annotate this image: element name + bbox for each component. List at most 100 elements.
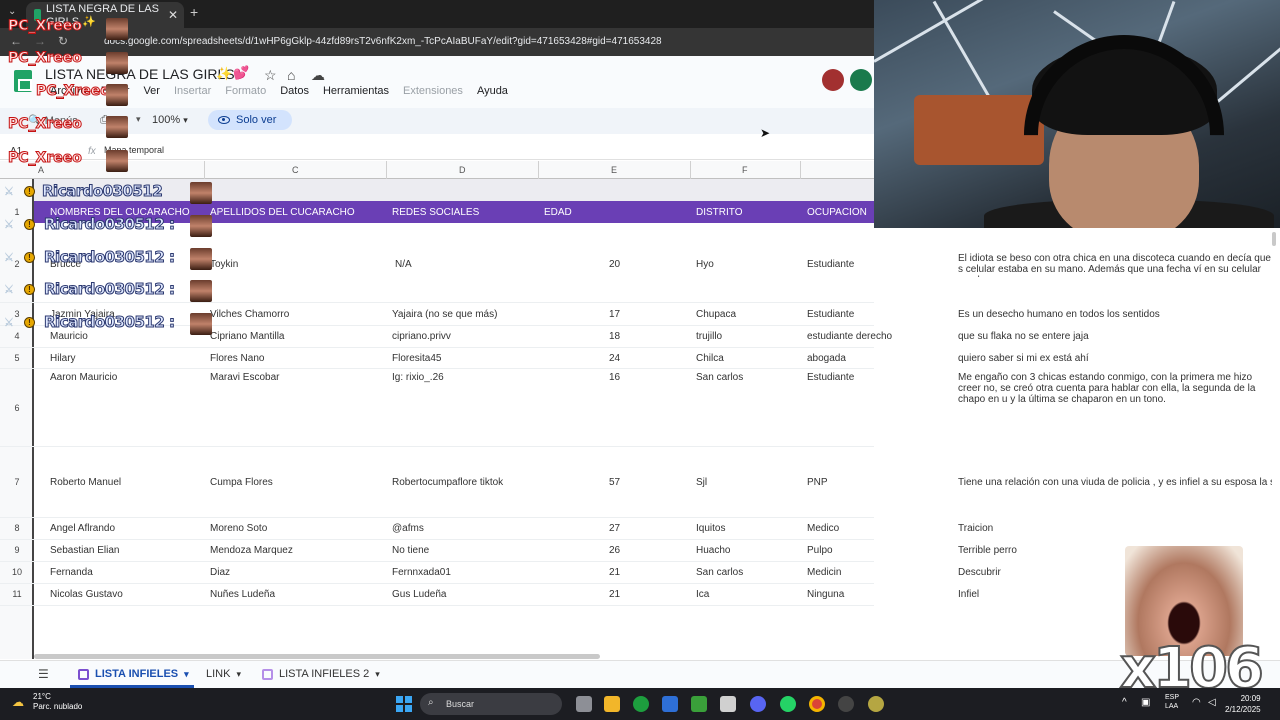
- tab-search-icon[interactable]: ⌄: [8, 6, 16, 17]
- cell-surname[interactable]: Toykin: [210, 259, 238, 270]
- cell-social[interactable]: N/A: [395, 259, 412, 270]
- menu-ayuda[interactable]: Ayuda: [477, 85, 508, 97]
- cell-job[interactable]: Medico: [807, 523, 839, 534]
- weather-icon[interactable]: ☁: [12, 695, 24, 709]
- header-apellidos[interactable]: APELLIDOS DEL CUCARACHO: [210, 207, 355, 218]
- cell-note[interactable]: Es un desecho humano en todos los sentid…: [958, 309, 1160, 320]
- menu-herramientas[interactable]: Herramientas: [323, 85, 389, 97]
- chrome-icon[interactable]: [809, 696, 825, 712]
- row-number[interactable]: 8: [0, 523, 34, 533]
- url-field[interactable]: docs.google.com/spreadsheets/d/1wHP6gGkl…: [104, 36, 662, 47]
- cell-note[interactable]: Descubrir: [958, 567, 1001, 578]
- cell-social[interactable]: Yajaira (no se que más): [392, 309, 497, 320]
- cell-age[interactable]: 24: [609, 353, 620, 364]
- cell-district[interactable]: Sjl: [696, 477, 707, 488]
- cell-district[interactable]: Huacho: [696, 545, 730, 556]
- row-number[interactable]: 5: [0, 353, 34, 363]
- cell-social[interactable]: cipriano.privv: [392, 331, 451, 342]
- col-letter-e[interactable]: E: [611, 165, 617, 175]
- cell-district[interactable]: San carlos: [696, 567, 743, 578]
- cell-district[interactable]: San carlos: [696, 372, 743, 383]
- cell-job[interactable]: Estudiante: [807, 309, 854, 320]
- store-icon[interactable]: [662, 696, 678, 712]
- cell-surname[interactable]: Flores Nano: [210, 353, 264, 364]
- tray-app-icon[interactable]: ▣: [1141, 697, 1150, 708]
- cell-note[interactable]: Terrible perro: [958, 545, 1017, 556]
- move-icon[interactable]: ⌂: [287, 67, 295, 83]
- document-title[interactable]: LISTA NEGRA DE LAS GIRLS: [45, 66, 235, 82]
- cell-surname[interactable]: Cumpa Flores: [210, 477, 273, 488]
- horizontal-scrollbar[interactable]: [34, 654, 600, 659]
- cell-note[interactable]: quiero saber si mi ex está ahí: [958, 353, 1089, 364]
- new-tab-icon[interactable]: +: [190, 4, 198, 20]
- header-ocupacion[interactable]: OCUPACION: [807, 207, 867, 218]
- cell-surname[interactable]: Mendoza Marquez: [210, 545, 293, 556]
- header-redes[interactable]: REDES SOCIALES: [392, 207, 479, 218]
- cell-job[interactable]: Pulpo: [807, 545, 833, 556]
- clock[interactable]: 20:09 2/12/2025: [1225, 693, 1261, 715]
- weather-widget[interactable]: 21°C Parc. nublado: [33, 692, 82, 712]
- cell-job[interactable]: estudiante derecho: [807, 331, 892, 342]
- cell-job[interactable]: Medicin: [807, 567, 841, 578]
- sheets-logo-icon[interactable]: [14, 70, 32, 92]
- cell-surname[interactable]: Moreno Soto: [210, 523, 267, 534]
- viewer-avatar[interactable]: [822, 69, 844, 91]
- cell-name[interactable]: Aaron Mauricio: [50, 372, 117, 383]
- sheet-tab-lista-infieles[interactable]: LISTA INFIELES ▾: [78, 668, 189, 680]
- menu-ver[interactable]: Ver: [143, 85, 160, 97]
- cell-age[interactable]: 27: [609, 523, 620, 534]
- row-number[interactable]: 10: [0, 567, 34, 577]
- cell-surname[interactable]: Maravi Escobar: [210, 372, 279, 383]
- cell-district[interactable]: trujillo: [696, 331, 722, 342]
- cell-age[interactable]: 17: [609, 309, 620, 320]
- cell-social[interactable]: @afms: [392, 523, 424, 534]
- obs-icon[interactable]: [838, 696, 854, 712]
- sheet-tab-link[interactable]: LINK ▾: [206, 668, 241, 680]
- cell-name[interactable]: Hilary: [50, 353, 76, 364]
- app-icon[interactable]: [720, 696, 736, 712]
- cell-name[interactable]: Mauricio: [50, 331, 88, 342]
- wifi-icon[interactable]: ◠: [1192, 697, 1201, 708]
- minecraft-icon[interactable]: [691, 696, 707, 712]
- language-indicator[interactable]: ESP LAA: [1165, 693, 1179, 711]
- chevron-down-icon[interactable]: ▾: [136, 114, 141, 125]
- viewer-avatar[interactable]: [850, 69, 872, 91]
- row-number[interactable]: 4: [0, 331, 34, 341]
- cell-note[interactable]: El idiota se beso con otra chica en una …: [958, 253, 1272, 277]
- cell-age[interactable]: 20: [609, 259, 620, 270]
- back-icon[interactable]: ←: [10, 34, 22, 48]
- cell-name[interactable]: Nicolas Gustavo: [50, 589, 123, 600]
- cell-note[interactable]: Infiel: [958, 589, 979, 600]
- header-distrito[interactable]: DISTRITO: [696, 207, 742, 218]
- cell-social[interactable]: Gus Ludeña: [392, 589, 447, 600]
- star-icon[interactable]: ☆: [264, 67, 277, 84]
- col-letter-f[interactable]: F: [742, 165, 748, 175]
- menu-formato[interactable]: Formato: [225, 85, 266, 97]
- row-number[interactable]: 1: [0, 207, 34, 217]
- vertical-scrollbar[interactable]: [1272, 232, 1276, 246]
- zoom-select[interactable]: 100% ▾: [152, 114, 188, 126]
- file-explorer-icon[interactable]: [604, 696, 620, 712]
- forward-icon[interactable]: →: [34, 34, 46, 48]
- cell-surname[interactable]: Cipriano Mantilla: [210, 331, 284, 342]
- cell-social[interactable]: Floresita45: [392, 353, 441, 364]
- cell-age[interactable]: 21: [609, 589, 620, 600]
- row-number[interactable]: 9: [0, 545, 34, 555]
- cell-age[interactable]: 21: [609, 567, 620, 578]
- cell-name[interactable]: Angel Aflrando: [50, 523, 115, 534]
- all-sheets-menu-icon[interactable]: ☰: [38, 667, 49, 681]
- menu-datos[interactable]: Datos: [280, 85, 309, 97]
- cell-name[interactable]: Roberto Manuel: [50, 477, 121, 488]
- header-edad[interactable]: EDAD: [544, 207, 572, 218]
- cell-surname[interactable]: Diaz: [210, 567, 230, 578]
- row-number[interactable]: 6: [0, 403, 34, 413]
- cell-surname[interactable]: Nuñes Ludeña: [210, 589, 275, 600]
- row-number[interactable]: 11: [0, 589, 34, 599]
- volume-icon[interactable]: ◁: [1208, 697, 1216, 708]
- col-letter-d[interactable]: D: [459, 165, 466, 175]
- cell-name[interactable]: Sebastian Elian: [50, 545, 120, 556]
- cell-district[interactable]: Ica: [696, 589, 709, 600]
- taskbar-search[interactable]: ⌕ Buscar: [420, 693, 562, 715]
- cell-age[interactable]: 16: [609, 372, 620, 383]
- cell-district[interactable]: Iquitos: [696, 523, 725, 534]
